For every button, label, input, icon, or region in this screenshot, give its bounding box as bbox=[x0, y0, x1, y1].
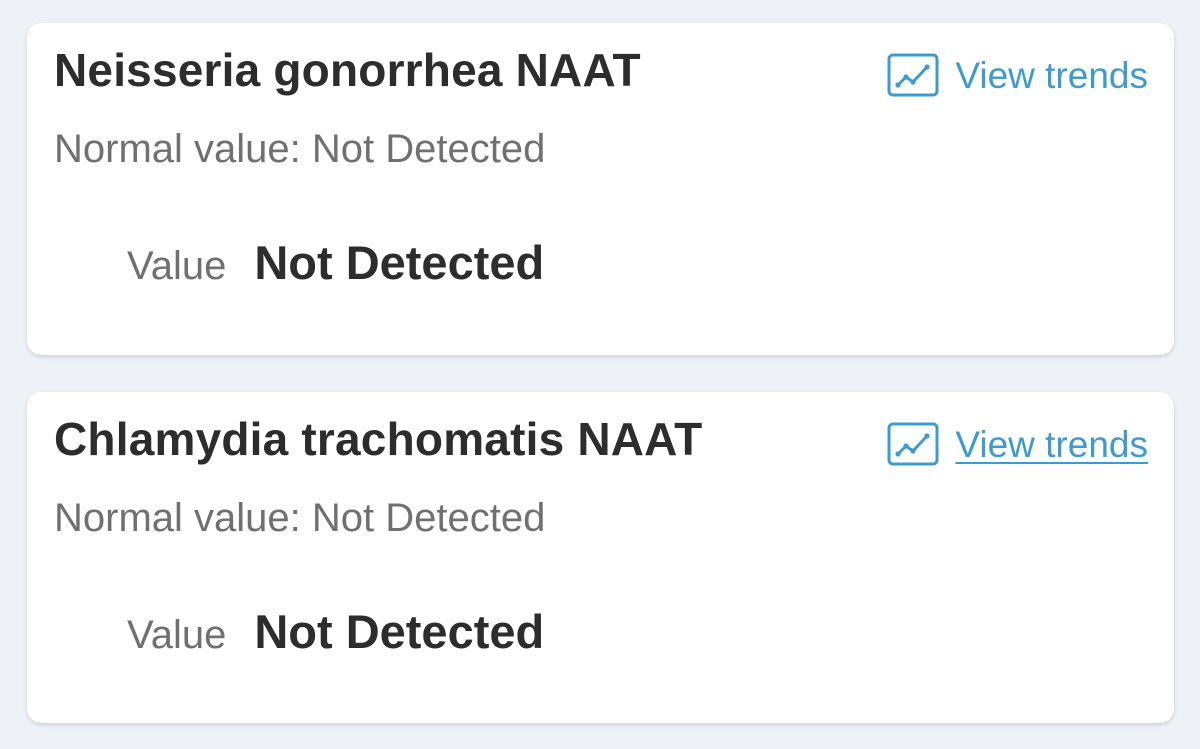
result-value: Not Detected bbox=[254, 236, 545, 289]
result-value: Not Detected bbox=[254, 605, 545, 658]
result-title: Neisseria gonorrhea NAAT bbox=[54, 44, 641, 96]
result-value-row: Value Not Detected bbox=[127, 604, 544, 659]
result-title: Chlamydia trachomatis NAAT bbox=[54, 413, 703, 465]
normal-value-text: Normal value: Not Detected bbox=[54, 496, 546, 540]
result-card-gonorrhea: Neisseria gonorrhea NAAT View trends Nor… bbox=[27, 23, 1174, 355]
view-trends-link[interactable]: View trends bbox=[887, 422, 1148, 466]
result-card-chlamydia: Chlamydia trachomatis NAAT View trends N… bbox=[27, 392, 1174, 723]
view-trends-link[interactable]: View trends bbox=[887, 53, 1148, 97]
result-value-row: Value Not Detected bbox=[127, 235, 544, 290]
view-trends-label: View trends bbox=[955, 423, 1148, 465]
line-chart-icon bbox=[887, 53, 939, 97]
value-label: Value bbox=[127, 244, 227, 288]
value-label: Value bbox=[127, 613, 227, 657]
line-chart-icon bbox=[887, 422, 939, 466]
normal-value-text: Normal value: Not Detected bbox=[54, 127, 546, 171]
view-trends-label: View trends bbox=[955, 54, 1148, 96]
